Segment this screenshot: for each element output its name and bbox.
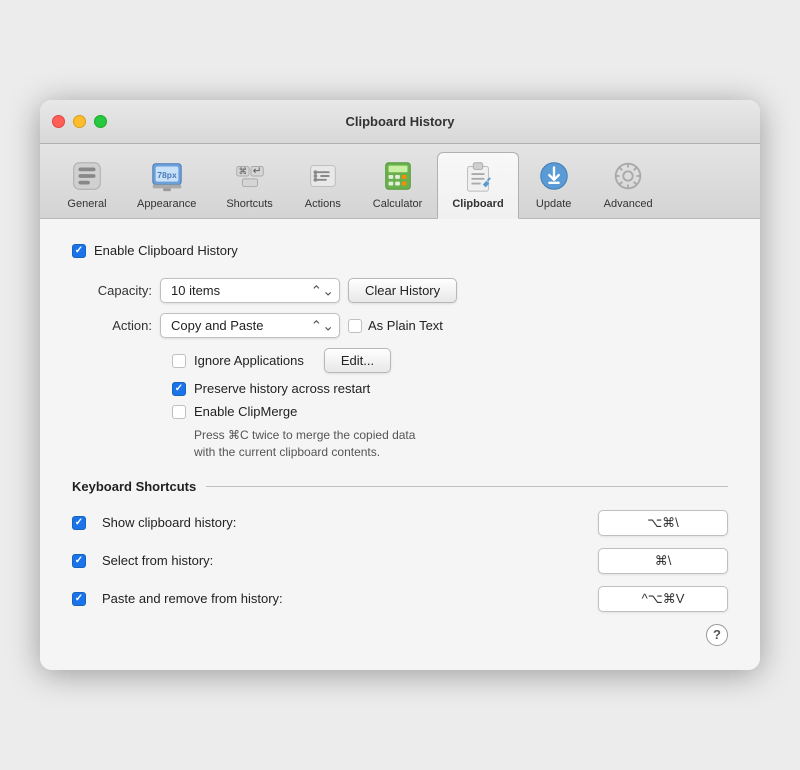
shortcut-2-checkbox[interactable]	[72, 592, 86, 606]
tab-calculator[interactable]: Calculator	[358, 152, 438, 218]
minimize-button[interactable]	[73, 115, 86, 128]
shortcut-row-1: Select from history: ⌘\	[72, 548, 728, 574]
keyboard-shortcuts-divider: Keyboard Shortcuts	[72, 479, 728, 494]
ignore-applications-row: Ignore Applications Edit...	[172, 348, 728, 373]
shortcut-0-checkbox[interactable]	[72, 516, 86, 530]
ignore-applications-checkbox[interactable]	[172, 354, 186, 368]
action-row: Action: Copy and Paste Copy Paste ⌃⌄ As …	[72, 313, 728, 338]
tab-shortcuts[interactable]: ⌘ ↵ Shortcuts	[211, 152, 287, 218]
calculator-icon	[379, 157, 417, 195]
help-button[interactable]: ?	[706, 624, 728, 646]
svg-text:78px: 78px	[157, 170, 177, 180]
tab-clipboard[interactable]: Clipboard	[437, 152, 518, 219]
tab-advanced[interactable]: Advanced	[589, 152, 668, 218]
enable-clipmerge-label: Enable ClipMerge	[194, 404, 297, 419]
maximize-button[interactable]	[94, 115, 107, 128]
enable-clipmerge-checkbox[interactable]	[172, 405, 186, 419]
appearance-icon: 78px	[148, 157, 186, 195]
tab-appearance-label: Appearance	[137, 198, 196, 210]
help-row: ?	[72, 624, 728, 646]
preserve-history-checkbox[interactable]	[172, 382, 186, 396]
tab-appearance[interactable]: 78px Appearance	[122, 152, 211, 218]
options-section: Ignore Applications Edit... Preserve his…	[172, 348, 728, 461]
tab-general-label: General	[67, 198, 106, 210]
shortcut-1-label: Select from history:	[102, 553, 213, 568]
shortcut-1-key[interactable]: ⌘\	[598, 548, 728, 574]
tab-actions-label: Actions	[305, 198, 341, 210]
clear-history-button[interactable]: Clear History	[348, 278, 457, 303]
capacity-select[interactable]: 10 items 20 items 50 items 100 items	[160, 278, 340, 303]
edit-button[interactable]: Edit...	[324, 348, 391, 373]
preserve-history-row: Preserve history across restart	[172, 381, 728, 396]
tab-update-label: Update	[536, 198, 571, 210]
advanced-icon	[609, 157, 647, 195]
shortcut-0-key[interactable]: ⌥⌘\	[598, 510, 728, 536]
general-icon	[68, 157, 106, 195]
enable-clipmerge-row: Enable ClipMerge	[172, 404, 728, 419]
shortcut-2-label: Paste and remove from history:	[102, 591, 283, 606]
capacity-label: Capacity:	[72, 283, 152, 298]
shortcut-2-key[interactable]: ^⌥⌘V	[598, 586, 728, 612]
enable-clipboard-checkbox[interactable]	[72, 244, 86, 258]
capacity-select-wrapper: 10 items 20 items 50 items 100 items ⌃⌄	[160, 278, 340, 303]
enable-clipboard-label: Enable Clipboard History	[94, 243, 238, 258]
divider-line	[206, 486, 728, 487]
action-select-wrapper: Copy and Paste Copy Paste ⌃⌄	[160, 313, 340, 338]
as-plain-text-checkbox[interactable]	[348, 319, 362, 333]
main-window: Clipboard History General	[40, 100, 760, 670]
update-icon	[535, 157, 573, 195]
keyboard-shortcuts-label: Keyboard Shortcuts	[72, 479, 196, 494]
shortcut-row-2: Paste and remove from history: ^⌥⌘V	[72, 586, 728, 612]
shortcut-0-label: Show clipboard history:	[102, 515, 236, 530]
as-plain-text-label: As Plain Text	[368, 318, 443, 333]
capacity-row: Capacity: 10 items 20 items 50 items 100…	[72, 278, 728, 303]
toolbar: General 78px Appearance ⌘	[40, 144, 760, 219]
tab-shortcuts-label: Shortcuts	[226, 198, 272, 210]
shortcut-1-checkbox[interactable]	[72, 554, 86, 568]
svg-text:↵: ↵	[252, 166, 261, 177]
clipboard-icon	[459, 157, 497, 195]
preserve-history-label: Preserve history across restart	[194, 381, 370, 396]
action-label: Action:	[72, 318, 152, 333]
shortcut-row-0: Show clipboard history: ⌥⌘\	[72, 510, 728, 536]
tab-update[interactable]: Update	[519, 152, 589, 218]
title-bar: Clipboard History	[40, 100, 760, 144]
clipmerge-description: Press ⌘C twice to merge the copied dataw…	[194, 427, 574, 461]
tab-advanced-label: Advanced	[604, 198, 653, 210]
plain-text-row: As Plain Text	[348, 318, 443, 333]
tab-general[interactable]: General	[52, 152, 122, 218]
tab-calculator-label: Calculator	[373, 198, 423, 210]
tab-actions[interactable]: Actions	[288, 152, 358, 218]
content-area: Enable Clipboard History Capacity: 10 it…	[40, 219, 760, 670]
actions-icon	[304, 157, 342, 195]
shortcuts-icon: ⌘ ↵	[231, 157, 269, 195]
traffic-lights	[52, 115, 107, 128]
enable-clipboard-row: Enable Clipboard History	[72, 243, 728, 258]
ignore-applications-label: Ignore Applications	[194, 353, 304, 368]
svg-text:⌘: ⌘	[238, 166, 247, 176]
window-title: Clipboard History	[345, 114, 454, 129]
action-select[interactable]: Copy and Paste Copy Paste	[160, 313, 340, 338]
tab-clipboard-label: Clipboard	[452, 198, 503, 210]
close-button[interactable]	[52, 115, 65, 128]
